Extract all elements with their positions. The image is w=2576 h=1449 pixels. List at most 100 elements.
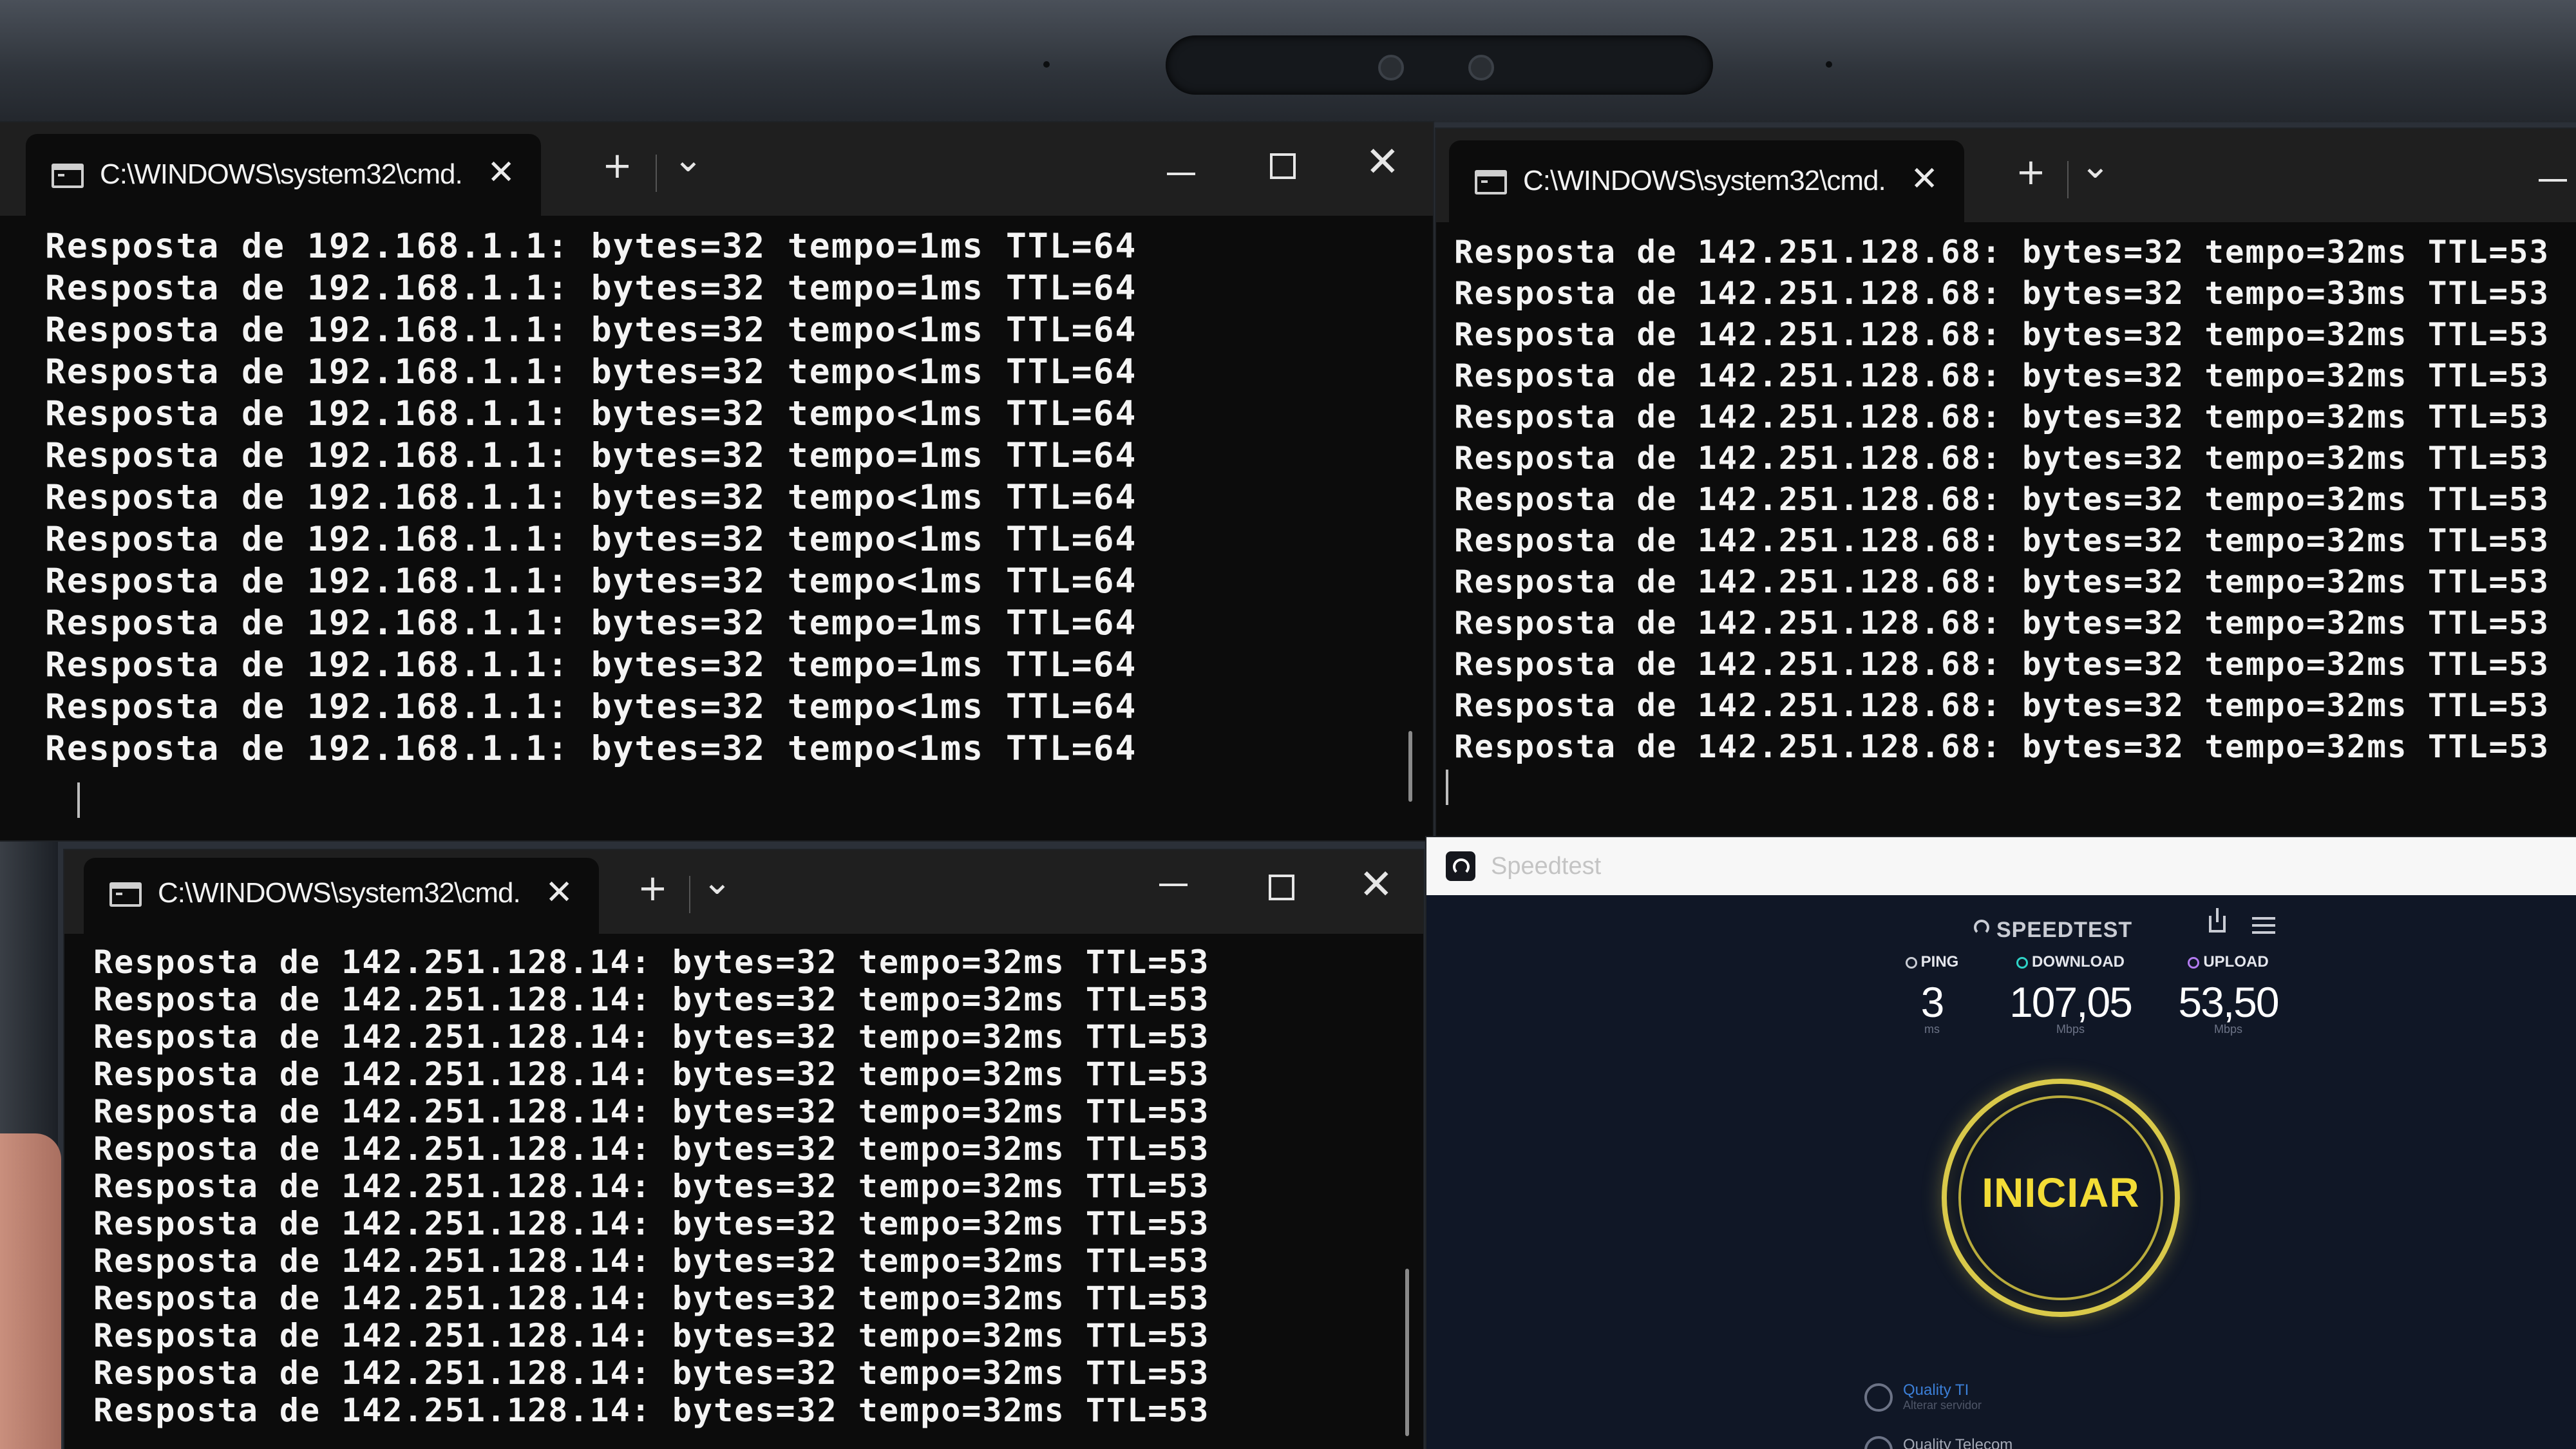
- new-tab-button[interactable]: +: [602, 148, 632, 184]
- text-cursor: [1446, 770, 1448, 805]
- title-bar[interactable]: C:\WINDOWS\system32\cmd. ✕ + ⌄: [1436, 129, 2576, 222]
- speedtest-logo-icon: [1974, 920, 1989, 935]
- download-label: DOWNLOAD: [2032, 953, 2125, 971]
- ping-reply-line: Resposta de 142.251.128.14: bytes=32 tem…: [93, 1168, 1210, 1205]
- webcam-sensor: [1468, 55, 1494, 80]
- menu-icon[interactable]: [2252, 917, 2275, 934]
- terminal-output: Resposta de 142.251.128.68: bytes=32 tem…: [1454, 232, 2576, 768]
- start-test-button[interactable]: INICIAR: [1942, 1079, 2180, 1317]
- ping-reply-line: Resposta de 192.168.1.1: bytes=32 tempo<…: [45, 352, 1137, 392]
- provider-icon: [1864, 1436, 1893, 1449]
- ping-reply-line: Resposta de 192.168.1.1: bytes=32 tempo=…: [45, 603, 1137, 643]
- terminal-output: Resposta de 142.251.128.14: bytes=32 tem…: [93, 943, 1423, 1429]
- terminal-output: Resposta de 192.168.1.1: bytes=32 tempo=…: [45, 225, 1433, 770]
- server-icon: [1864, 1383, 1893, 1412]
- ping-reply-line: Resposta de 192.168.1.1: bytes=32 tempo<…: [45, 687, 1137, 726]
- close-button[interactable]: ✕: [1359, 864, 1394, 905]
- maximize-button[interactable]: [1270, 153, 1296, 179]
- terminal-icon: [52, 164, 84, 188]
- ping-reply-line: Resposta de 192.168.1.1: bytes=32 tempo<…: [45, 310, 1137, 350]
- new-tab-button[interactable]: +: [2016, 155, 2046, 191]
- ping-metric: PING 3 ms: [1877, 953, 1987, 1036]
- ping-reply-line: Resposta de 192.168.1.1: bytes=32 tempo=…: [45, 269, 1137, 308]
- chevron-down-icon[interactable]: ⌄: [673, 142, 703, 178]
- ping-reply-line: Resposta de 192.168.1.1: bytes=32 tempo=…: [45, 645, 1137, 685]
- terminal-icon: [1475, 170, 1507, 194]
- ping-reply-line: Resposta de 142.251.128.14: bytes=32 tem…: [93, 1093, 1210, 1130]
- ping-reply-line: Resposta de 142.251.128.14: bytes=32 tem…: [93, 1280, 1210, 1317]
- title-bar[interactable]: C:\WINDOWS\system32\cmd. ✕ + ⌄ ✕: [64, 850, 1423, 934]
- ping-reply-line: Resposta de 142.251.128.68: bytes=32 tem…: [1454, 234, 2550, 270]
- ping-label: PING: [1920, 953, 1959, 971]
- divider: [689, 876, 690, 913]
- minimize-button[interactable]: [1159, 884, 1188, 886]
- maximize-button[interactable]: [1269, 875, 1294, 900]
- minimize-button[interactable]: [2539, 179, 2567, 182]
- upload-label: UPLOAD: [2203, 953, 2269, 971]
- tab-cmd[interactable]: C:\WINDOWS\system32\cmd. ✕: [1449, 140, 1964, 222]
- text-cursor: [77, 782, 80, 818]
- tab-cmd[interactable]: C:\WINDOWS\system32\cmd. ✕: [84, 858, 599, 934]
- ping-reply-line: Resposta de 192.168.1.1: bytes=32 tempo<…: [45, 394, 1137, 433]
- ping-reply-line: Resposta de 192.168.1.1: bytes=32 tempo<…: [45, 562, 1137, 601]
- download-metric: DOWNLOAD 107,05 Mbps: [1980, 953, 2161, 1036]
- ping-reply-line: Resposta de 142.251.128.68: bytes=32 tem…: [1454, 728, 2550, 765]
- terminal-window-bottom-left[interactable]: C:\WINDOWS\system32\cmd. ✕ + ⌄ ✕ Respost…: [64, 850, 1423, 1449]
- ping-reply-line: Resposta de 142.251.128.68: bytes=32 tem…: [1454, 605, 2550, 641]
- ping-reply-line: Resposta de 192.168.1.1: bytes=32 tempo<…: [45, 520, 1137, 559]
- scrollbar-thumb[interactable]: [1408, 731, 1412, 802]
- ping-reply-line: Resposta de 192.168.1.1: bytes=32 tempo<…: [45, 478, 1137, 517]
- terminal-window-top-left[interactable]: C:\WINDOWS\system32\cmd. ✕ + ⌄ ✕ Respost…: [0, 122, 1433, 840]
- download-unit: Mbps: [2056, 1023, 2085, 1036]
- speedtest-title-bar[interactable]: Speedtest: [1426, 837, 2576, 895]
- ping-reply-line: Resposta de 192.168.1.1: bytes=32 tempo=…: [45, 436, 1137, 475]
- laptop-bezel: [0, 0, 2576, 122]
- ping-reply-line: Resposta de 142.251.128.68: bytes=32 tem…: [1454, 357, 2550, 394]
- ping-reply-line: Resposta de 142.251.128.68: bytes=32 tem…: [1454, 440, 2550, 477]
- server-link[interactable]: Quality TI: [1903, 1381, 1969, 1399]
- change-server-link[interactable]: Alterar servidor: [1903, 1399, 1982, 1412]
- webcam-lens: [1378, 55, 1404, 80]
- download-value: 107,05: [2009, 978, 2133, 1026]
- bezel-dot: [1043, 61, 1050, 68]
- ping-reply-line: Resposta de 142.251.128.68: bytes=32 tem…: [1454, 522, 2550, 559]
- ping-reply-line: Resposta de 142.251.128.14: bytes=32 tem…: [93, 1130, 1210, 1168]
- ping-icon: [1905, 957, 1917, 969]
- terminal-window-top-right[interactable]: C:\WINDOWS\system32\cmd. ✕ + ⌄ Resposta …: [1436, 129, 2576, 837]
- tab-close-icon[interactable]: ✕: [1910, 160, 1938, 198]
- ping-reply-line: Resposta de 142.251.128.68: bytes=32 tem…: [1454, 687, 2550, 724]
- finger: [0, 1133, 61, 1449]
- tab-cmd[interactable]: C:\WINDOWS\system32\cmd. ✕: [26, 134, 541, 216]
- ping-reply-line: Resposta de 142.251.128.14: bytes=32 tem…: [93, 1056, 1210, 1093]
- bezel-dot: [1826, 61, 1832, 68]
- share-icon[interactable]: [2209, 908, 2226, 933]
- ping-reply-line: Resposta de 142.251.128.14: bytes=32 tem…: [93, 1392, 1210, 1429]
- ping-reply-line: Resposta de 142.251.128.68: bytes=32 tem…: [1454, 275, 2550, 312]
- tab-close-icon[interactable]: ✕: [545, 873, 573, 912]
- tab-title: C:\WINDOWS\system32\cmd.: [158, 877, 521, 909]
- title-bar[interactable]: C:\WINDOWS\system32\cmd. ✕ + ⌄ ✕: [0, 122, 1433, 216]
- ping-value: 3: [1920, 978, 1945, 1026]
- chevron-down-icon[interactable]: ⌄: [2080, 148, 2110, 184]
- minimize-button[interactable]: [1167, 173, 1195, 175]
- tab-close-icon[interactable]: ✕: [487, 153, 515, 192]
- start-button-label: INICIAR: [1982, 1170, 2140, 1216]
- scrollbar-thumb[interactable]: [1405, 1269, 1409, 1436]
- close-button[interactable]: ✕: [1365, 142, 1400, 183]
- upload-value: 53,50: [2178, 978, 2279, 1026]
- ping-reply-line: Resposta de 142.251.128.14: bytes=32 tem…: [93, 981, 1210, 1018]
- speedtest-app-icon: [1446, 851, 1475, 881]
- speedtest-brand: SPEEDTEST: [1996, 918, 2133, 942]
- webcam-housing: [1166, 35, 1713, 95]
- download-icon: [2016, 957, 2028, 969]
- new-tab-button[interactable]: +: [638, 871, 668, 907]
- upload-metric: UPLOAD 53,50 Mbps: [2154, 953, 2302, 1036]
- divider: [656, 155, 657, 192]
- ping-reply-line: Resposta de 142.251.128.68: bytes=32 tem…: [1454, 564, 2550, 600]
- tab-title: C:\WINDOWS\system32\cmd.: [100, 158, 463, 190]
- speedtest-window[interactable]: Speedtest SPEEDTEST PING 3 ms DOWNLOAD 1…: [1426, 837, 2576, 1449]
- ping-reply-line: Resposta de 142.251.128.68: bytes=32 tem…: [1454, 316, 2550, 353]
- ping-reply-line: Resposta de 142.251.128.14: bytes=32 tem…: [93, 1205, 1210, 1242]
- chevron-down-icon[interactable]: ⌄: [702, 864, 732, 900]
- ping-reply-line: Resposta de 142.251.128.68: bytes=32 tem…: [1454, 399, 2550, 435]
